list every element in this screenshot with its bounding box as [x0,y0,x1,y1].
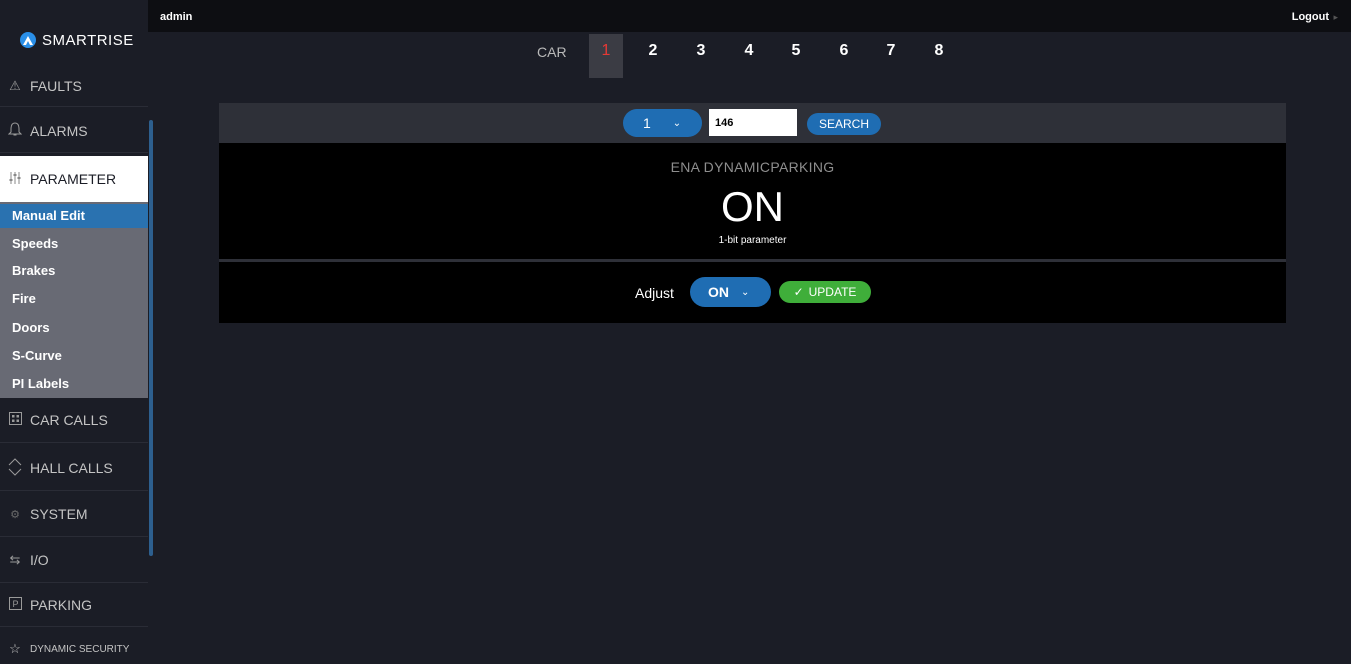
parameter-submenu: Manual Edit Speeds Brakes Fire Doors S-C… [0,202,148,398]
submenu-item-pi-labels[interactable]: PI Labels [0,372,148,396]
divider [0,582,148,583]
keypad-icon [6,412,24,428]
check-icon: ✓ [793,285,804,299]
chevron-right-icon: ▸ [1333,12,1338,22]
svg-text:P: P [12,599,18,609]
parking-icon: P [6,597,24,613]
search-button[interactable]: SEARCH [807,113,881,135]
sidebar-item-label: CAR CALLS [30,412,108,428]
sidebar-item-car-calls[interactable]: CAR CALLS [0,402,148,438]
sidebar-item-label: I/O [30,552,49,568]
logo: SMARTRISE [20,30,134,50]
parameter-description: 1-bit parameter [718,235,787,246]
update-label: UPDATE [808,285,857,299]
chevron-down-icon: ⌄ [741,286,750,298]
sidebar-item-alarms[interactable]: ALARMS [0,114,148,148]
swap-icon: ⇆ [9,552,21,567]
submenu-item-doors[interactable]: Doors [0,316,148,340]
sidebar-item-system[interactable]: ⚙ SYSTEM [0,496,148,532]
logout-button[interactable]: Logout [1292,11,1329,23]
sidebar-item-label: PARAMETER [30,171,117,187]
chevron-down-icon: ⌄ [672,117,682,129]
top-bar: admin Logout ▸ [0,0,1351,32]
car-button-1[interactable]: 1 [589,34,623,78]
car-button-8[interactable]: 8 [922,34,956,78]
username: admin [160,11,193,23]
sidebar: SMARTRISE ⚠ FAULTS ALARMS PARAMETER Manu… [0,0,148,664]
divider [0,626,148,627]
adjust-label: Adjust [635,285,674,301]
sidebar-item-label: FAULTS [30,78,82,94]
submenu-item-brakes[interactable]: Brakes [0,259,148,283]
sidebar-item-parameter[interactable]: PARAMETER [0,156,148,202]
sidebar-item-label: ALARMS [30,123,88,139]
sidebar-item-hall-calls[interactable]: HALL CALLS [0,448,148,488]
divider [0,152,148,153]
car-button-3[interactable]: 3 [684,34,718,78]
adjust-select-value: ON [708,284,729,300]
sidebar-item-label: SYSTEM [30,506,88,522]
up-down-icon [6,457,24,479]
sliders-icon [6,171,24,188]
divider [0,106,148,107]
divider [0,442,148,443]
submenu-item-speeds[interactable]: Speeds [0,232,148,256]
parameter-display: ENA DYNAMICPARKING ON 1-bit parameter [219,143,1286,259]
bell-icon [6,122,24,140]
update-button[interactable]: ✓ UPDATE [779,281,871,303]
parameter-search-input[interactable] [709,109,797,136]
submenu-item-manual-edit[interactable]: Manual Edit [0,204,148,228]
sidebar-item-faults[interactable]: ⚠ FAULTS [0,70,148,102]
car-button-5[interactable]: 5 [779,34,813,78]
sidebar-item-label: HALL CALLS [30,460,113,476]
parameter-value: ON [721,183,784,230]
car-button-7[interactable]: 7 [874,34,908,78]
submenu-item-fire[interactable]: Fire [0,287,148,311]
car-button-4[interactable]: 4 [732,34,766,78]
sidebar-item-dynamic-security[interactable]: ☆ DYNAMIC SECURITY [0,634,148,664]
adjust-value-select[interactable]: ON ⌄ [690,277,771,307]
select-value: 1 [643,115,651,131]
sidebar-item-io[interactable]: ⇆ I/O [0,542,148,578]
search-bar: 1 ⌄ SEARCH [219,103,1286,143]
submenu-item-s-curve[interactable]: S-Curve [0,344,148,368]
sidebar-item-label: PARKING [30,597,92,613]
sidebar-item-parking[interactable]: P PARKING [0,588,148,622]
adjust-panel: Adjust ON ⌄ ✓ UPDATE [219,262,1286,323]
brand-name: SMARTRISE [42,31,134,49]
parameter-type-select[interactable]: 1 ⌄ [623,109,702,137]
star-icon: ☆ [9,641,21,656]
gear-icon: ⚙ [10,508,20,521]
sidebar-item-label: DYNAMIC SECURITY [30,643,130,655]
warning-icon: ⚠ [9,78,21,93]
parameter-name: ENA DYNAMICPARKING [670,159,835,175]
smartrise-logo-icon [20,32,36,48]
car-button-2[interactable]: 2 [636,34,670,78]
car-label: CAR [537,44,567,60]
sidebar-scrollbar[interactable] [149,120,153,556]
divider [0,536,148,537]
divider [0,490,148,491]
car-button-6[interactable]: 6 [827,34,861,78]
